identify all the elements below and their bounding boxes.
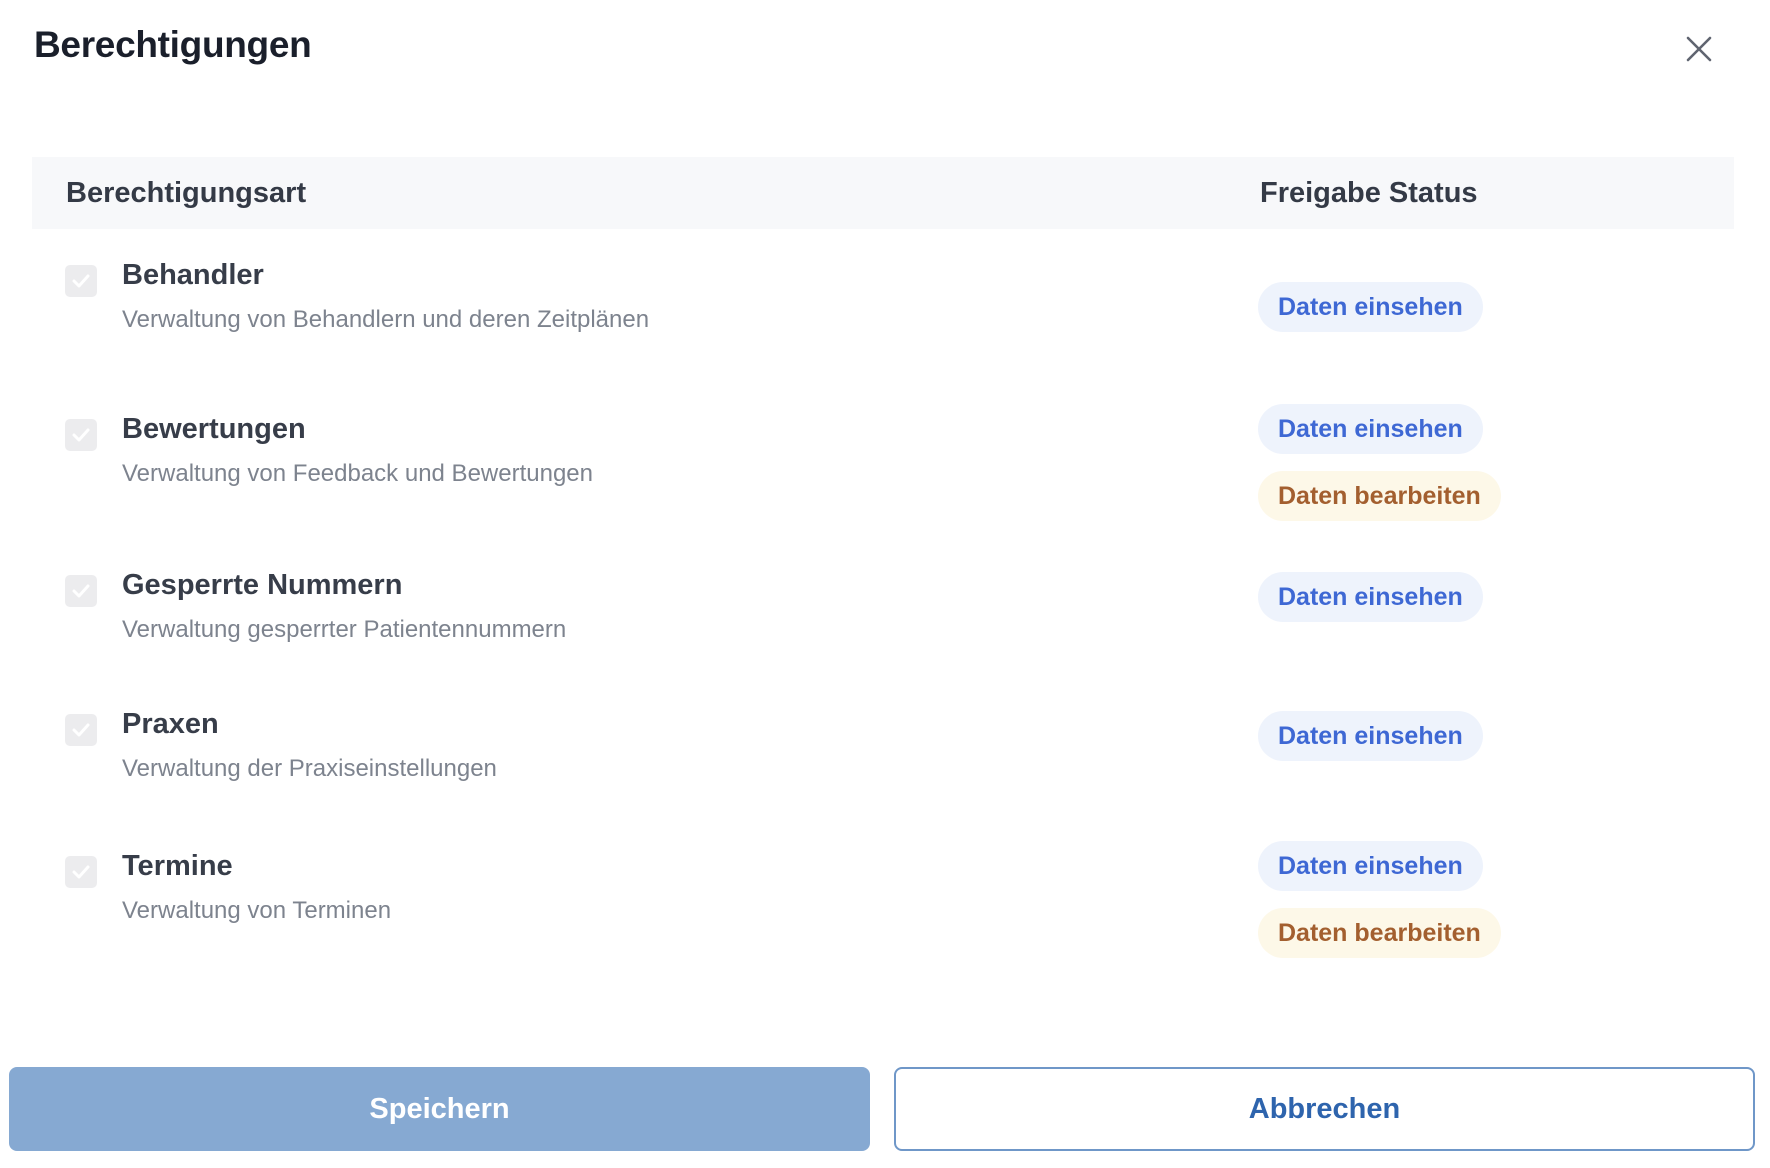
status-badge-view: Daten einsehen: [1258, 711, 1483, 761]
dialog-title: Berechtigungen: [34, 24, 312, 65]
permission-description: Verwaltung von Behandlern und deren Zeit…: [122, 306, 650, 333]
permission-title: Behandler: [122, 259, 264, 291]
check-icon: [72, 274, 90, 288]
permissions-dialog: Berechtigungen Berechtigungsart Freigabe…: [0, 0, 1770, 1168]
column-header-status: Freigabe Status: [1260, 176, 1478, 209]
permission-title: Praxen: [122, 708, 219, 740]
permission-checkbox[interactable]: [65, 419, 97, 451]
permission-title: Bewertungen: [122, 413, 306, 445]
column-header-type: Berechtigungsart: [66, 176, 307, 209]
permission-description: Verwaltung gesperrter Patientennummern: [122, 616, 567, 643]
status-badge-view: Daten einsehen: [1258, 404, 1483, 454]
save-button[interactable]: Speichern: [9, 1067, 870, 1151]
permission-row-bewertungen: Bewertungen Verwaltung von Feedback und …: [32, 379, 1734, 539]
permission-row-behandler: Behandler Verwaltung von Behandlern und …: [32, 229, 1734, 379]
status-badge-edit: Daten bearbeiten: [1258, 471, 1501, 521]
permission-description: Verwaltung der Praxiseinstellungen: [122, 755, 497, 782]
permission-checkbox[interactable]: [65, 575, 97, 607]
permission-checkbox[interactable]: [65, 265, 97, 297]
permission-title: Termine: [122, 850, 233, 882]
check-icon: [72, 865, 90, 879]
permission-row-praxen: Praxen Verwaltung der Praxiseinstellunge…: [32, 679, 1734, 819]
permissions-table: Berechtigungsart Freigabe Status Behandl…: [32, 157, 1734, 958]
permission-row-termine: Termine Verwaltung von Terminen Daten ei…: [32, 819, 1734, 979]
permission-description: Verwaltung von Terminen: [122, 897, 392, 924]
permission-title: Gesperrte Nummern: [122, 569, 403, 601]
cancel-button[interactable]: Abbrechen: [894, 1067, 1755, 1151]
table-header: Berechtigungsart Freigabe Status: [32, 157, 1734, 229]
permission-description: Verwaltung von Feedback und Bewertungen: [122, 460, 593, 487]
status-badge-view: Daten einsehen: [1258, 572, 1483, 622]
status-badge-edit: Daten bearbeiten: [1258, 908, 1501, 958]
permission-checkbox[interactable]: [65, 714, 97, 746]
check-icon: [72, 723, 90, 737]
status-badge-view: Daten einsehen: [1258, 282, 1483, 332]
check-icon: [72, 428, 90, 442]
permission-checkbox[interactable]: [65, 856, 97, 888]
permission-row-gesperrte-nummern: Gesperrte Nummern Verwaltung gesperrter …: [32, 539, 1734, 679]
check-icon: [72, 584, 90, 598]
close-button[interactable]: [1676, 26, 1722, 72]
close-icon: [1686, 36, 1712, 62]
status-badge-view: Daten einsehen: [1258, 841, 1483, 891]
